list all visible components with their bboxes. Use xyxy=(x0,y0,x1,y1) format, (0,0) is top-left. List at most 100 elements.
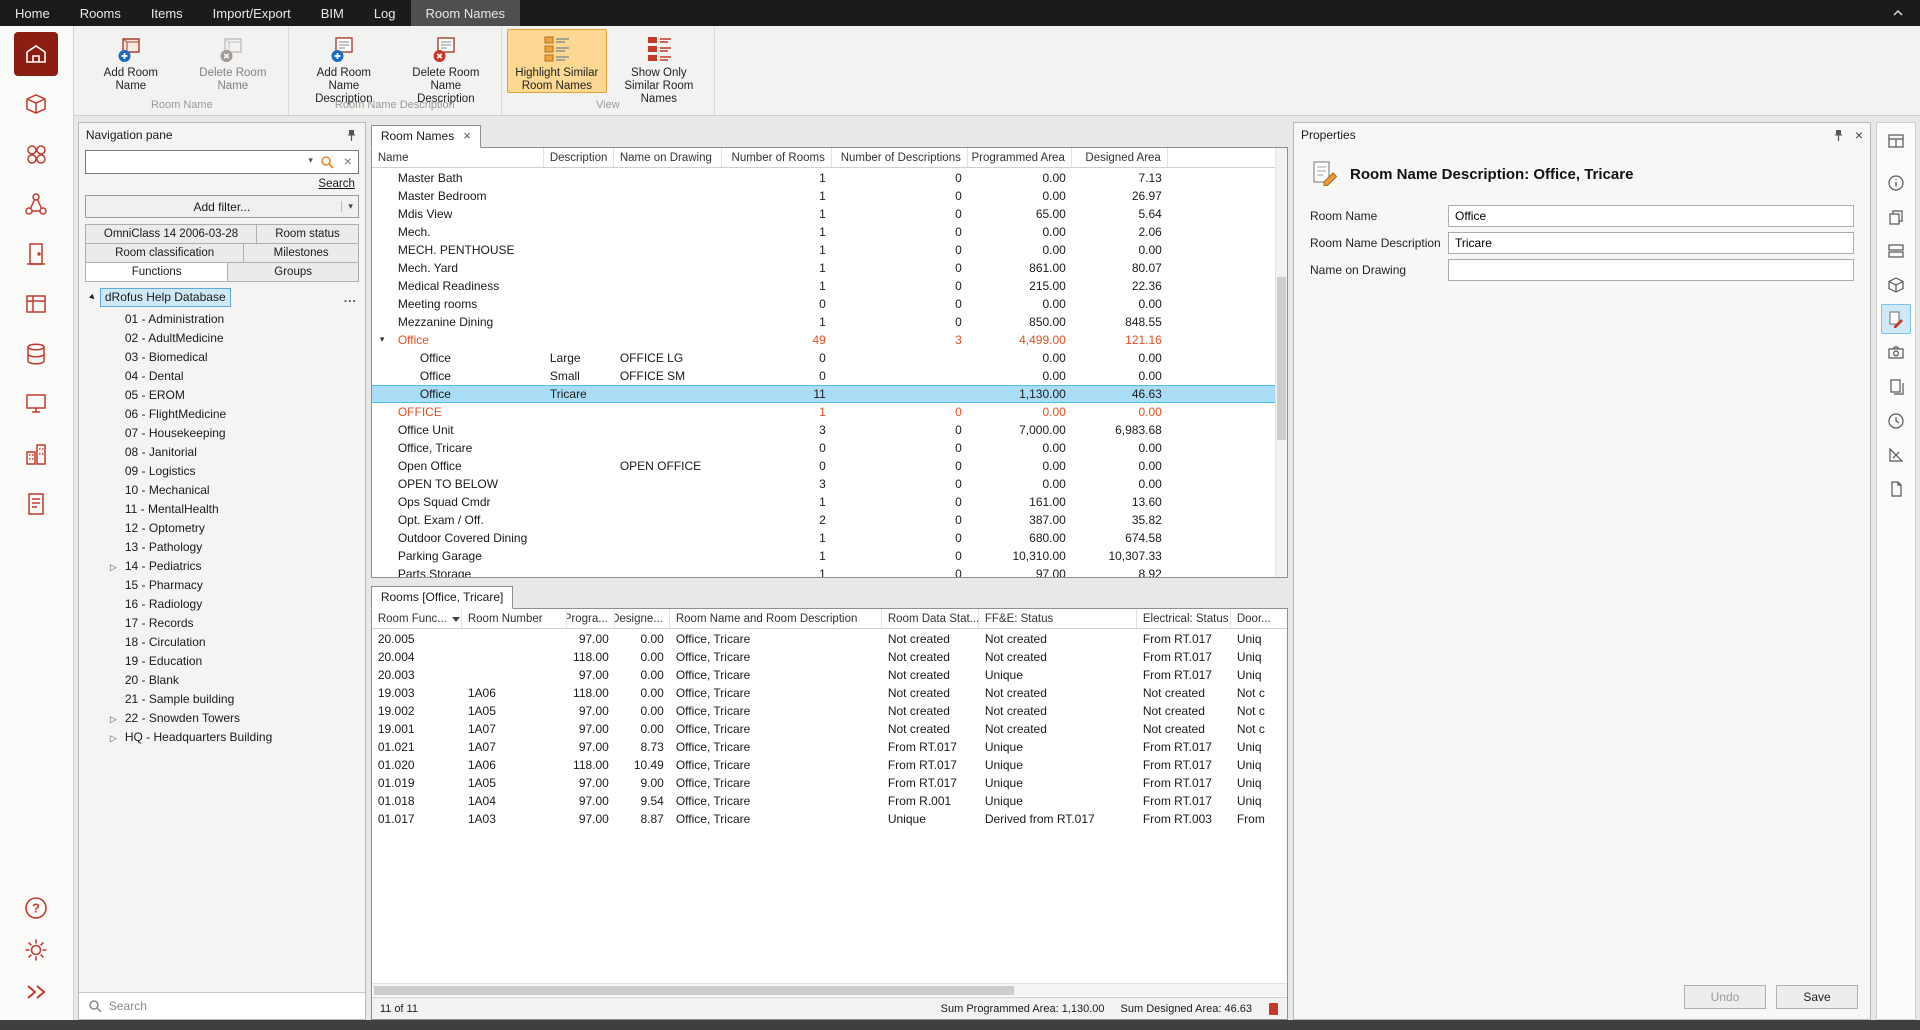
menu-item-import-export[interactable]: Import/Export xyxy=(198,0,306,26)
room-name-row-parking-garage[interactable]: Parking Garage1010,310.0010,307.33 xyxy=(372,547,1275,565)
horizontal-scrollbar[interactable] xyxy=(372,983,1287,996)
tree-root-drofus-help-database[interactable]: ▸ dRofus Help Database ... xyxy=(79,286,365,310)
column-header-door[interactable]: Door... xyxy=(1231,609,1287,628)
tree-item-17-records[interactable]: 17 - Records xyxy=(79,614,365,633)
room-row-01-020[interactable]: 01.0201A06118.0010.49Office, TricareFrom… xyxy=(372,756,1287,774)
database-button[interactable] xyxy=(14,332,58,376)
filter-tab-groups[interactable]: Groups xyxy=(227,262,358,282)
room-name-row-office-tricare[interactable]: Office, Tricare000.000.00 xyxy=(372,439,1275,457)
room-name-row-mezzanine-dining[interactable]: Mezzanine Dining10850.00848.55 xyxy=(372,313,1275,331)
name-on-drawing-input[interactable] xyxy=(1448,259,1854,281)
room-row-20-003[interactable]: 20.00397.000.00Office, TricareNot create… xyxy=(372,666,1287,684)
room-name-row-master-bedroom[interactable]: Master Bedroom100.0026.97 xyxy=(372,187,1275,205)
room-name-row-master-bath[interactable]: Master Bath100.007.13 xyxy=(372,169,1275,187)
camera-button[interactable] xyxy=(1881,338,1911,368)
vertical-scrollbar[interactable] xyxy=(1275,148,1287,577)
expand-button[interactable] xyxy=(16,972,56,1012)
add-filter-button[interactable]: Add filter... ▾ xyxy=(85,195,359,218)
pin-icon[interactable] xyxy=(345,129,358,142)
room-outline-button[interactable] xyxy=(14,82,58,126)
tree-item-20-blank[interactable]: 20 - Blank xyxy=(79,671,365,690)
cards-button[interactable] xyxy=(1881,236,1911,266)
tree-item-01-administration[interactable]: 01 - Administration xyxy=(79,310,365,329)
collapse-icon[interactable]: ▸ xyxy=(87,292,98,303)
products-button[interactable] xyxy=(14,282,58,326)
room-name-row-mdis-view[interactable]: Mdis View1065.005.64 xyxy=(372,205,1275,223)
history-button[interactable] xyxy=(1881,406,1911,436)
tree-root-menu-button[interactable]: ... xyxy=(344,291,357,305)
tree-item-15-pharmacy[interactable]: 15 - Pharmacy xyxy=(79,576,365,595)
filter-tab-omniclass-14-2006-03-28[interactable]: OmniClass 14 2006-03-28 xyxy=(85,224,257,244)
room-name-row-office-tricare[interactable]: OfficeTricare111,130.0046.63 xyxy=(372,385,1275,403)
room-name-row-ops-squad-cmdr[interactable]: Ops Squad Cmdr10161.0013.60 xyxy=(372,493,1275,511)
delete-room-name-description-button[interactable]: Delete Room Name Description xyxy=(396,29,496,93)
tree-item-05-erom[interactable]: 05 - EROM xyxy=(79,386,365,405)
filter-tab-milestones[interactable]: Milestones xyxy=(243,243,358,263)
document-button[interactable] xyxy=(1881,474,1911,504)
add-room-name-description-button[interactable]: Add Room Name Description xyxy=(294,29,394,93)
search-link[interactable]: Search xyxy=(318,178,354,190)
room-name-row-parts-storage[interactable]: Parts Storage1097.008.92 xyxy=(372,565,1275,577)
tab-rooms-office-tricare[interactable]: Rooms [Office, Tricare] xyxy=(371,586,513,609)
collapse-icon[interactable]: ▾ xyxy=(380,334,385,345)
tree-item-11-mentalhealth[interactable]: 11 - MentalHealth xyxy=(79,500,365,519)
column-header-room-func[interactable]: Room Func... xyxy=(372,609,462,628)
clear-search-icon[interactable]: × xyxy=(344,153,352,169)
column-header-number-of-rooms[interactable]: Number of Rooms xyxy=(722,148,832,167)
tree-item-16-radiology[interactable]: 16 - Radiology xyxy=(79,595,365,614)
show-only-similar-room-names-button[interactable]: Show Only Similar Room Names xyxy=(609,29,709,93)
room-row-19-003[interactable]: 19.0031A06118.000.00Office, TricareNot c… xyxy=(372,684,1287,702)
room-name-description-input[interactable] xyxy=(1448,232,1854,254)
tree-item-06-flightmedicine[interactable]: 06 - FlightMedicine xyxy=(79,405,365,424)
spheres-button[interactable] xyxy=(14,132,58,176)
tree-search-input[interactable] xyxy=(109,999,356,1013)
room-name-row-office[interactable]: OFFICE100.000.00 xyxy=(372,403,1275,421)
network-button[interactable] xyxy=(14,182,58,226)
column-header-name[interactable]: Name xyxy=(372,148,544,167)
tree-item-21-sample-building[interactable]: 21 - Sample building xyxy=(79,690,365,709)
room-name-input[interactable] xyxy=(1448,205,1854,227)
display-button[interactable] xyxy=(14,382,58,426)
ribbon-collapse-button[interactable] xyxy=(1876,0,1920,26)
room-row-01-021[interactable]: 01.0211A0797.008.73Office, TricareFrom R… xyxy=(372,738,1287,756)
room-row-01-017[interactable]: 01.0171A0397.008.87Office, TricareUnique… xyxy=(372,810,1287,828)
highlight-similar-room-names-button[interactable]: Highlight Similar Room Names xyxy=(507,29,607,93)
expander-icon[interactable]: ▷ xyxy=(110,560,117,575)
pages-button[interactable] xyxy=(1881,372,1911,402)
room-row-19-002[interactable]: 19.0021A0597.000.00Office, TricareNot cr… xyxy=(372,702,1287,720)
help-button[interactable]: ? xyxy=(16,888,56,928)
room-name-row-office[interactable]: ▾Office4934,499.00121.16 xyxy=(372,331,1275,349)
column-header-ff-e-status[interactable]: FF&E: Status xyxy=(979,609,1137,628)
room-row-20-005[interactable]: 20.00597.000.00Office, TricareNot create… xyxy=(372,630,1287,648)
menu-item-bim[interactable]: BIM xyxy=(306,0,359,26)
tab-room-names[interactable]: Room Names × xyxy=(371,125,481,148)
room-name-row-mech[interactable]: Mech.100.002.06 xyxy=(372,223,1275,241)
room-row-01-018[interactable]: 01.0181A0497.009.54Office, TricareFrom R… xyxy=(372,792,1287,810)
room-name-row-office-small[interactable]: OfficeSmallOFFICE SM00.000.00 xyxy=(372,367,1275,385)
room-name-row-mech-penthouse[interactable]: MECH. PENTHOUSE100.000.00 xyxy=(372,241,1275,259)
save-button[interactable]: Save xyxy=(1776,985,1858,1009)
tree-item-13-pathology[interactable]: 13 - Pathology xyxy=(79,538,365,557)
tree-item-08-janitorial[interactable]: 08 - Janitorial xyxy=(79,443,365,462)
search-icon[interactable] xyxy=(320,155,334,169)
menu-item-home[interactable]: Home xyxy=(0,0,65,26)
column-header-room-number[interactable]: Room Number xyxy=(462,609,567,628)
column-header-room-data-stat[interactable]: Room Data Stat... xyxy=(882,609,979,628)
column-header-number-of-descriptions[interactable]: Number of Descriptions xyxy=(832,148,968,167)
undo-button[interactable]: Undo xyxy=(1684,985,1766,1009)
info-button[interactable] xyxy=(1881,168,1911,198)
column-header-description[interactable]: Description xyxy=(544,148,614,167)
pin-icon[interactable] xyxy=(1832,129,1845,142)
layout-button[interactable] xyxy=(1881,126,1911,156)
tree-item-04-dental[interactable]: 04 - Dental xyxy=(79,367,365,386)
tree-item-22-snowden-towers[interactable]: ▷22 - Snowden Towers xyxy=(79,709,365,728)
scrollbar-thumb[interactable] xyxy=(374,986,1015,995)
tree-item-12-optometry[interactable]: 12 - Optometry xyxy=(79,519,365,538)
menu-item-log[interactable]: Log xyxy=(359,0,411,26)
filter-tab-room-status[interactable]: Room status xyxy=(256,224,359,244)
tree-item-10-mechanical[interactable]: 10 - Mechanical xyxy=(79,481,365,500)
measure-button[interactable] xyxy=(1881,440,1911,470)
filter-tab-room-classification[interactable]: Room classification xyxy=(85,243,245,263)
expander-icon[interactable]: ▷ xyxy=(110,712,117,727)
settings-button[interactable] xyxy=(16,930,56,970)
